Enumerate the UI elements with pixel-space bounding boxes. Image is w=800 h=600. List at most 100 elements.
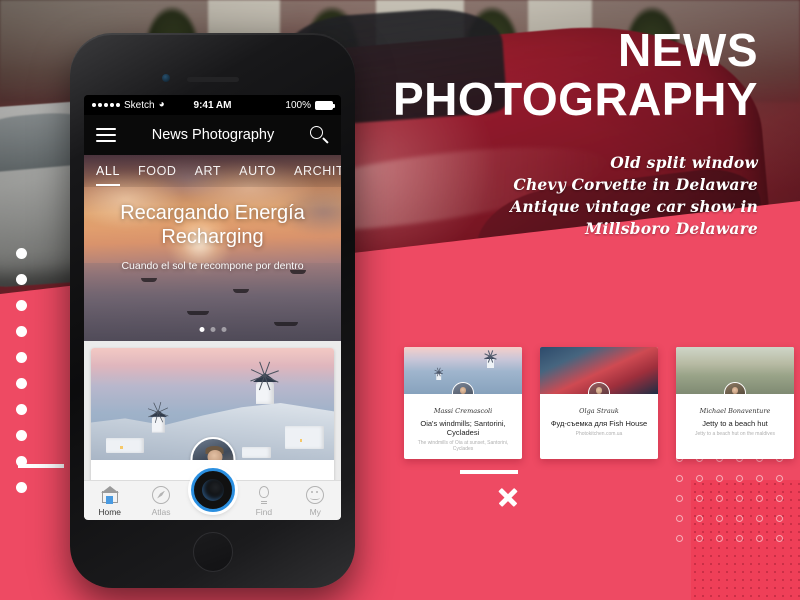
thumbnail-card[interactable]: Michael Bonaventure Jetty to a beach hut J… [676,347,794,459]
hut [285,426,325,449]
tab-home[interactable]: Home [84,485,135,517]
headline-caption-line-4: Millsboro Delaware [585,219,758,238]
thumbnail-card-description: Jetty to a beach hut on the maldives [694,431,776,437]
decoration-dot [16,248,27,259]
carousel-dot-1[interactable] [199,327,204,332]
ring-dot [716,475,723,482]
ring-dot [756,535,763,542]
windmill [434,367,443,380]
tab-find[interactable]: Find [238,485,289,517]
lightbulb-icon [254,485,274,505]
page-title: News Photography [151,127,275,143]
signal-dots-icon [92,103,120,107]
avatar[interactable] [452,382,474,394]
decoration-dot [16,404,27,415]
headline-caption: Old split window Chevy Corvette in Delawa… [510,152,758,240]
wifi-icon: ◕ [158,99,165,110]
poster-canvas: Delaware 356800 17 NEWS PHOTOGRAPHY Old … [0,0,800,600]
compass-icon [151,485,171,505]
ring-dot [736,535,743,542]
avatar[interactable] [724,382,746,394]
status-time: 9:41 AM [193,99,232,111]
thumbnail-card-description: The windmills of Oia at sunset, Santorin… [417,440,509,452]
ring-dot [736,475,743,482]
thumbnail-card-author: Massi Cremascoli [433,407,493,415]
thumbnail-card[interactable]: Massi Cremascoli Oia's windmills; Santori… [404,347,522,459]
ring-dot [716,535,723,542]
ring-dot [756,515,763,522]
ring-dot [716,495,723,502]
search-icon[interactable] [309,125,329,145]
camera-button[interactable] [190,468,235,512]
thumbnail-card-title: Jetty to a beach hut [702,419,768,428]
ring-dot [676,495,683,502]
tab-find-label: Find [255,506,273,517]
category-tab-architecture[interactable]: ARCHITECTURE [294,164,341,178]
hero-boat [140,277,157,282]
hut [105,437,145,454]
phone-screen: Sketch ◕ 9:41 AM 100% News Photography A… [84,95,341,520]
rule-mid [460,470,518,474]
carousel-dot-3[interactable] [221,327,226,332]
decoration-dot [16,430,27,441]
decoration-dot [16,274,27,285]
rule-left [18,464,64,468]
ring-dot [736,495,743,502]
decoration-dot [16,378,27,389]
battery-percent-label: 100% [285,99,311,111]
thumbnail-card-title: Фуд-съемка для Fish House [550,419,648,428]
thumbnail-card[interactable]: Olga Strauk Фуд-съемка для Fish House Phot… [540,347,658,459]
home-button[interactable] [192,532,233,572]
hero-boat [186,311,209,316]
headline-line-2: PHOTOGRAPHY [392,73,758,126]
ring-dot [696,475,703,482]
category-tab-all[interactable]: ALL [96,164,121,186]
ring-dot [696,495,703,502]
category-tab-auto[interactable]: AUTO [239,164,276,178]
phone-mockup: Sketch ◕ 9:41 AM 100% News Photography A… [70,33,355,588]
ring-dot [716,515,723,522]
headline-caption-line-1: Old split window [610,153,758,172]
carrier-label: Sketch [124,99,155,111]
carousel-pager[interactable] [199,327,226,332]
headline-line-1: NEWS [618,24,758,76]
thumbnail-card-body: Massi Cremascoli Oia's windmills; Santori… [404,394,522,459]
tab-my[interactable]: My [290,485,341,517]
hero-text-block: Recargando Energía Recharging Cuando el … [84,201,341,272]
tab-atlas[interactable]: Atlas [135,485,186,517]
avatar[interactable] [588,382,610,394]
ring-dot [776,475,783,482]
thumbnail-card-title: Oia's windmills; Santorini, Cycladesi [420,419,506,437]
ring-dot [776,515,783,522]
thumbnail-card-description: Photokitchen.com.ua [575,431,623,437]
windmill [148,402,169,433]
ring-dot [776,495,783,502]
front-camera-icon [162,74,170,82]
hero-boat [274,322,299,327]
hamburger-icon[interactable] [96,128,116,142]
thumbnail-card-body: Olga Strauk Фуд-съемка для Fish House Phot… [540,394,658,444]
ring-dot [736,515,743,522]
decoration-dot [16,300,27,311]
hero-boat [233,288,250,293]
thumbnail-card-body: Michael Bonaventure Jetty to a beach hut J… [676,394,794,444]
hero-subtitle: Cuando el sol te recompone por dentro [121,259,304,272]
hero-title-line-1: Recargando Energía [120,202,305,224]
status-bar: Sketch ◕ 9:41 AM 100% [84,95,341,115]
ring-dot-grid [676,455,800,551]
carousel-dot-2[interactable] [210,327,215,332]
headline-caption-line-2: Chevy Corvette in Delaware [513,175,758,194]
category-tabs[interactable]: ALL FOOD ART AUTO ARCHITECTURE [84,155,341,187]
ring-dot [676,535,683,542]
hero-carousel[interactable]: ALL FOOD ART AUTO ARCHITECTURE Recargando En… [84,155,341,341]
decoration-dot [16,326,27,337]
battery-icon [315,100,335,110]
feed-card-image [91,348,334,460]
category-tab-art[interactable]: ART [195,164,222,178]
windmill [250,361,280,404]
tab-home-label: Home [98,506,122,517]
category-tab-food[interactable]: FOOD [138,164,177,178]
status-left: Sketch ◕ [92,100,165,111]
thumbnail-card-image [676,347,794,394]
headline-block: NEWS PHOTOGRAPHY [393,26,758,125]
